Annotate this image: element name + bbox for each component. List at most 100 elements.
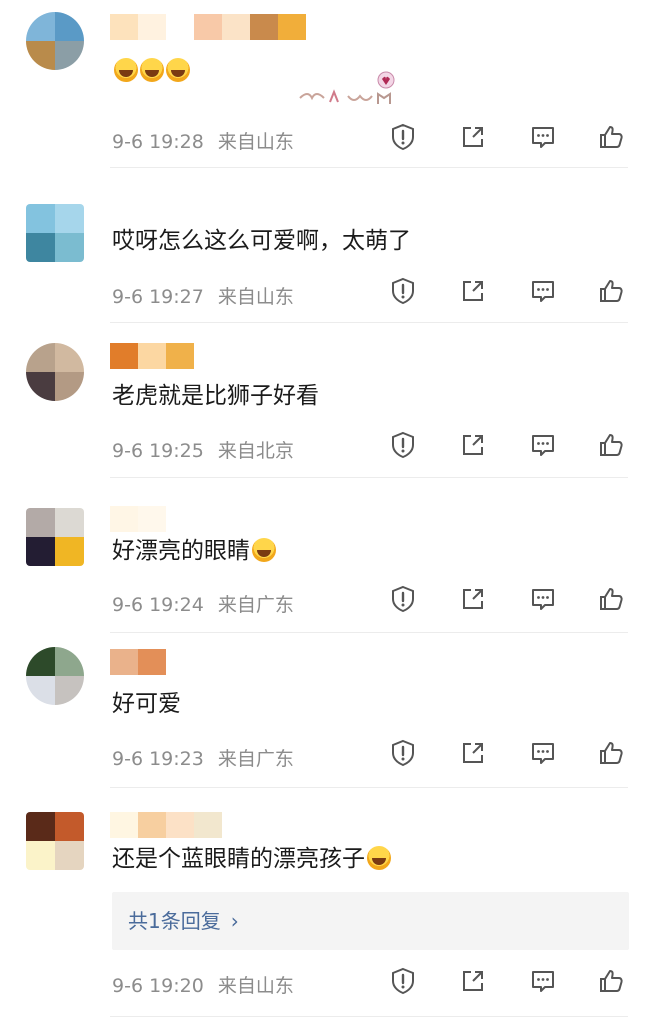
report-button[interactable] bbox=[386, 430, 420, 464]
comment-button[interactable] bbox=[526, 122, 560, 156]
avatar-cell bbox=[26, 812, 55, 841]
like-icon bbox=[597, 585, 625, 617]
comment-icon bbox=[529, 123, 557, 155]
comment-item: 还是个蓝眼睛的漂亮孩子 共1条回复 › 9-6 19:20 来自山东 bbox=[0, 788, 650, 1029]
username-pixel bbox=[110, 182, 138, 208]
comment-time: 9-6 19:27 bbox=[112, 286, 204, 308]
comment-icon bbox=[529, 431, 557, 463]
like-button[interactable] bbox=[594, 584, 628, 618]
avatar-cell bbox=[26, 12, 55, 41]
username-pixel bbox=[110, 506, 138, 532]
comment-location: 来自山东 bbox=[217, 975, 294, 997]
avatar-cell bbox=[55, 372, 84, 401]
hand-heart-sticker bbox=[296, 70, 406, 110]
report-button[interactable] bbox=[386, 738, 420, 772]
avatar[interactable] bbox=[26, 343, 84, 401]
avatar-cell bbox=[26, 343, 55, 372]
avatar-cell bbox=[26, 41, 55, 70]
username-pixel bbox=[194, 812, 222, 838]
report-icon bbox=[389, 123, 417, 155]
username[interactable] bbox=[110, 649, 166, 675]
username-pixel bbox=[194, 14, 222, 40]
share-icon bbox=[459, 585, 487, 617]
comment-button[interactable] bbox=[526, 584, 560, 618]
avatar[interactable] bbox=[26, 12, 84, 70]
username-pixel bbox=[166, 14, 194, 40]
username[interactable] bbox=[110, 182, 194, 208]
comment-time: 9-6 19:24 bbox=[112, 594, 204, 616]
avatar-cell bbox=[26, 537, 55, 566]
comment-button[interactable] bbox=[526, 430, 560, 464]
comment-actions bbox=[380, 738, 630, 772]
avatar[interactable] bbox=[26, 204, 84, 262]
username-pixel bbox=[166, 812, 194, 838]
comment-text: 还是个蓝眼睛的漂亮孩子 bbox=[112, 844, 391, 874]
like-button[interactable] bbox=[594, 738, 628, 772]
share-button[interactable] bbox=[456, 430, 490, 464]
like-button[interactable] bbox=[594, 276, 628, 310]
share-button[interactable] bbox=[456, 122, 490, 156]
like-icon bbox=[597, 277, 625, 309]
avatar-cell bbox=[26, 204, 55, 233]
comment-item: 好漂亮的眼睛 9-6 19:24 来自广东 bbox=[0, 478, 650, 633]
comment-location: 来自广东 bbox=[217, 748, 294, 770]
comment-meta: 9-6 19:24 来自广东 bbox=[112, 590, 294, 617]
comment-meta: 9-6 19:27 来自山东 bbox=[112, 282, 294, 309]
avatar[interactable] bbox=[26, 812, 84, 870]
comment-time: 9-6 19:25 bbox=[112, 440, 204, 462]
username-pixel bbox=[110, 649, 138, 675]
avatar-cell bbox=[26, 372, 55, 401]
username-pixel bbox=[110, 343, 138, 369]
comment-actions bbox=[380, 276, 630, 310]
comment-actions bbox=[380, 966, 630, 1000]
report-button[interactable] bbox=[386, 966, 420, 1000]
avatar[interactable] bbox=[26, 508, 84, 566]
avatar-cell bbox=[55, 537, 84, 566]
like-button[interactable] bbox=[594, 430, 628, 464]
report-icon bbox=[389, 585, 417, 617]
username-pixel bbox=[278, 14, 306, 40]
username[interactable] bbox=[110, 14, 306, 40]
avatar-cell bbox=[55, 812, 84, 841]
share-button[interactable] bbox=[456, 966, 490, 1000]
comment-meta: 9-6 19:20 来自山东 bbox=[112, 971, 294, 998]
avatar-cell bbox=[26, 841, 55, 870]
comment-actions bbox=[380, 584, 630, 618]
comment-time: 9-6 19:20 bbox=[112, 975, 204, 997]
comment-text: 老虎就是比狮子好看 bbox=[112, 381, 319, 411]
comment-location: 来自山东 bbox=[217, 286, 294, 308]
comment-button[interactable] bbox=[526, 966, 560, 1000]
report-button[interactable] bbox=[386, 584, 420, 618]
report-button[interactable] bbox=[386, 276, 420, 310]
comment-button[interactable] bbox=[526, 276, 560, 310]
like-button[interactable] bbox=[594, 966, 628, 1000]
username[interactable] bbox=[110, 343, 194, 369]
divider bbox=[110, 1016, 628, 1017]
comment-text-content: 老虎就是比狮子好看 bbox=[112, 383, 319, 409]
share-icon bbox=[459, 739, 487, 771]
username[interactable] bbox=[110, 506, 166, 532]
emoji-row bbox=[250, 538, 276, 564]
report-button[interactable] bbox=[386, 122, 420, 156]
comment-text-content: 哎呀怎么这么可爱啊，太萌了 bbox=[112, 228, 411, 254]
emoji-row bbox=[365, 846, 391, 872]
report-icon bbox=[389, 967, 417, 999]
view-replies-button[interactable]: 共1条回复 › bbox=[112, 892, 629, 950]
share-button[interactable] bbox=[456, 584, 490, 618]
share-button[interactable] bbox=[456, 276, 490, 310]
like-button[interactable] bbox=[594, 122, 628, 156]
comment-item: 9-6 19:28 来自山东 bbox=[0, 0, 650, 168]
comment-text-content: 好漂亮的眼睛 bbox=[112, 538, 250, 564]
username-pixel bbox=[250, 14, 278, 40]
username[interactable] bbox=[110, 812, 222, 838]
laughing-emoji-icon bbox=[252, 538, 276, 562]
comment-item: 哎呀怎么这么可爱啊，太萌了 9-6 19:27 来自山东 bbox=[0, 168, 650, 323]
share-icon bbox=[459, 431, 487, 463]
avatar-cell bbox=[26, 233, 55, 262]
share-button[interactable] bbox=[456, 738, 490, 772]
comment-actions bbox=[380, 430, 630, 464]
comment-location: 来自北京 bbox=[217, 440, 294, 462]
avatar[interactable] bbox=[26, 647, 84, 705]
comment-button[interactable] bbox=[526, 738, 560, 772]
report-icon bbox=[389, 431, 417, 463]
